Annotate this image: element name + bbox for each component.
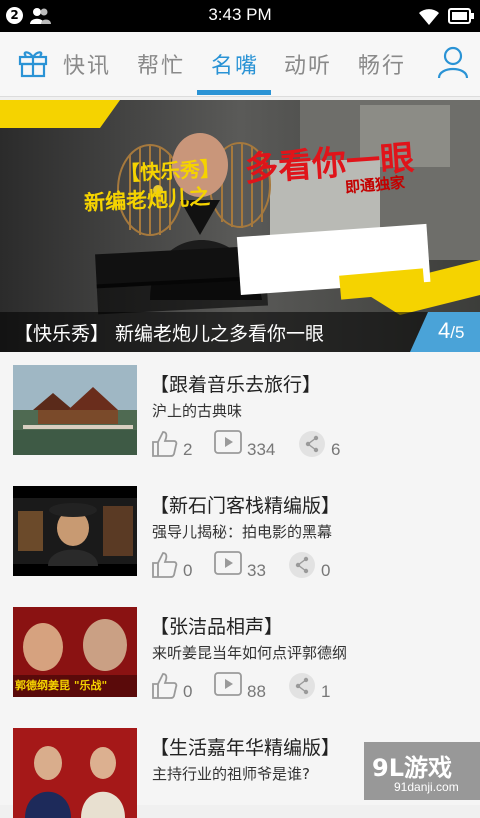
thumbs-up-icon (152, 552, 178, 578)
thumbnail-image (13, 365, 137, 455)
list-item[interactable]: 【跟着音乐去旅行】 沪上的古典味 2 334 6 (0, 352, 480, 474)
share-count: 0 (321, 561, 331, 580)
like-count: 0 (183, 561, 193, 580)
item-title: 【张洁品相声】 (150, 616, 284, 638)
top-navigation: 快讯 帮忙 名嘴 动听 畅行 (0, 32, 480, 97)
banner-page-total: 5 (454, 323, 465, 342)
play-count: 33 (247, 561, 266, 580)
play-count: 334 (247, 440, 276, 459)
tab-bangmang[interactable]: 帮忙 (130, 48, 192, 80)
share-icon (299, 431, 325, 457)
item-title: 【新石门客栈精编版】 (150, 495, 341, 517)
thumbnail-image (13, 728, 137, 818)
tab-mingzui[interactable]: 名嘴 (204, 48, 266, 80)
thumbs-up-icon (152, 431, 178, 457)
tab-kuaixun[interactable]: 快讯 (56, 48, 118, 80)
play-count: 88 (247, 682, 266, 701)
watermark-logo: 9L游戏 91danji.com (364, 742, 480, 800)
banner-page-current: 4 (438, 318, 451, 343)
share-count: 6 (331, 440, 341, 459)
thumbs-up-icon (152, 673, 178, 699)
banner-page-indicator: 4/5 (438, 318, 464, 344)
user-profile-icon[interactable] (436, 45, 470, 79)
like-count: 0 (183, 682, 193, 701)
thumbnail-image (13, 486, 137, 576)
tab-dongting[interactable]: 动听 (277, 48, 339, 80)
gift-icon[interactable] (17, 46, 49, 78)
item-subtitle: 沪上的古典味 (152, 402, 243, 420)
thumbnail-caption: 郭德纲姜昆 "乐战" (15, 679, 108, 692)
play-icon (214, 430, 242, 454)
share-icon (289, 673, 315, 699)
share-count: 1 (321, 682, 331, 701)
item-subtitle: 来听姜昆当年如何点评郭德纲 (152, 644, 348, 662)
battery-icon (448, 8, 474, 24)
list-item[interactable]: 【新石门客栈精编版】 强导儿揭秘：拍电影的黑幕 0 33 0 (0, 473, 480, 595)
wifi-icon (419, 9, 439, 25)
status-time: 3:43 PM (208, 5, 272, 24)
watermark-url: 91danji.com (394, 780, 459, 794)
item-title: 【生活嘉年华精编版】 (150, 737, 341, 759)
item-subtitle: 强导儿揭秘：拍电影的黑幕 (152, 523, 333, 541)
play-icon (214, 672, 242, 696)
share-icon (289, 552, 315, 578)
banner-caption: 【快乐秀】 新编老炮儿之多看你一眼 (14, 323, 325, 345)
item-title: 【跟着音乐去旅行】 (150, 374, 322, 396)
watermark-brand: 9L游戏 (372, 754, 452, 782)
like-count: 2 (183, 440, 193, 459)
list-item[interactable]: 郭德纲姜昆 "乐战" 【张洁品相声】 来听姜昆当年如何点评郭德纲 0 88 1 (0, 594, 480, 716)
play-icon (214, 551, 242, 575)
active-tab-indicator (197, 90, 271, 95)
status-bar: 2 3:43 PM (0, 0, 480, 32)
tab-changxing[interactable]: 畅行 (351, 48, 413, 80)
item-subtitle: 主持行业的祖师爷是谁? (152, 765, 310, 783)
